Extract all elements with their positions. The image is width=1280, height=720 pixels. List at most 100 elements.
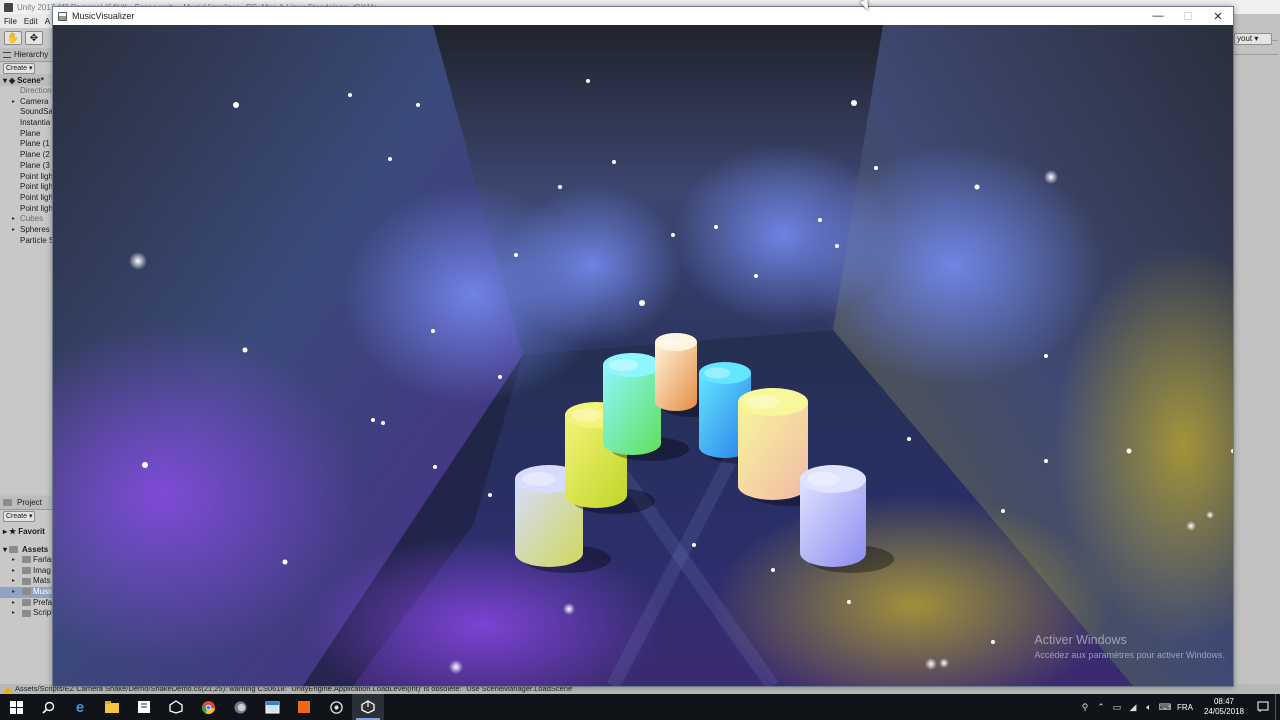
expand-arrow-icon[interactable]: ▸ [12,214,15,225]
cylinder-highlight [608,359,638,371]
hierarchy-item[interactable]: Plane (3 [0,161,53,172]
edge-app[interactable]: e [64,694,96,720]
scene-root[interactable]: ▾ ◈ Scene* [0,74,53,86]
show-desktop-button[interactable] [1275,694,1280,720]
hierarchy-item[interactable]: Direction [0,86,53,97]
star [381,421,385,425]
expand-arrow-icon[interactable]: ▸ [12,598,15,609]
action-center-button[interactable] [1251,694,1275,720]
window-app-icon [265,701,279,713]
hierarchy-item[interactable]: ▸ Spheres [0,225,53,236]
window-app[interactable] [256,694,288,720]
maximize-button[interactable]: ☐ [1173,7,1203,25]
cylinder-highlight [806,472,840,486]
project-tab-label: Project [17,498,42,507]
menu-edit[interactable]: Edit [24,17,38,26]
unity-app[interactable] [352,694,384,720]
menu-assets[interactable]: A [45,17,50,26]
volume-icon[interactable]: 🔈︎ [1141,694,1157,720]
chevron-up-icon[interactable]: ⌃ [1093,694,1109,720]
search-icon [41,701,54,714]
hand-tool-icon[interactable]: ✋ [4,31,22,45]
keyboard-icon[interactable]: ⌨ [1157,694,1173,720]
assets-row[interactable]: ▾ Assets [0,543,53,555]
hierarchy-item[interactable]: SoundSa [0,107,53,118]
network-icon[interactable]: ◢ [1125,694,1141,720]
hierarchy-item[interactable]: Point ligh [0,182,53,193]
battery-icon[interactable]: ▭ [1109,694,1125,720]
hierarchy-item[interactable]: Particle S [0,236,53,247]
orange-app[interactable] [288,694,320,720]
project-folder-item[interactable]: ▸ Mats [0,576,53,587]
hierarchy-item[interactable]: Instantia [0,118,53,129]
expand-arrow-icon[interactable]: ▸ [12,587,15,598]
hierarchy-create-button[interactable]: Create ▾ [3,62,36,74]
folder-icon [22,588,31,596]
hierarchy-tab[interactable]: Hierarchy [0,48,53,62]
menu-file[interactable]: File [4,17,17,26]
project-folder-item[interactable]: ▸ Script [0,608,53,619]
hierarchy-item[interactable]: ▸ Camera [0,97,53,108]
hierarchy-item[interactable]: Plane (2 [0,150,53,161]
expand-arrow-icon[interactable]: ▾ [3,545,7,554]
project-folder-item[interactable]: ▸ Imag [0,566,53,577]
search-button[interactable] [32,694,64,720]
folder-icon [22,567,31,575]
unity-toolbar: ✋ ✥ [0,28,54,48]
project-create-button[interactable]: Create ▾ [3,510,36,522]
expand-arrow-icon[interactable]: ▸ [12,225,15,236]
language-indicator[interactable]: FRA [1173,703,1197,712]
layout-dropdown[interactable]: yout ▾ [1234,33,1272,45]
hierarchy-item[interactable]: Plane (1 [0,139,53,150]
hierarchy-item-label: Plane (1 [20,139,50,149]
notepad-app[interactable] [128,694,160,720]
project-panel: Project Create ▾ ▸ ★ Favorit ▾ Assets ▸ F… [0,496,54,686]
unity-hub-icon [169,700,183,714]
minimize-button[interactable]: — [1143,7,1173,25]
project-tab[interactable]: Project [0,496,53,510]
move-tool-icon[interactable]: ✥ [25,31,43,45]
star [754,274,758,278]
expand-arrow-icon[interactable]: ▸ [12,576,15,587]
project-folder-item[interactable]: ▸ Music [0,587,53,598]
expand-arrow-icon[interactable]: ▾ [3,76,7,85]
window-title-bar[interactable]: MusicVisualizer — ☐ ✕ [53,7,1233,25]
file-explorer-app[interactable] [96,694,128,720]
star [639,300,645,306]
star [558,185,562,189]
cylinder-highlight [704,367,731,379]
hierarchy-item-label: Direction [20,86,52,95]
hierarchy-item[interactable]: Point ligh [0,204,53,215]
star [449,660,463,674]
hierarchy-panel: Hierarchy Create ▾ ▾ ◈ Scene* Direction ▸… [0,48,54,494]
project-folder-label: Mats [33,576,51,586]
expand-arrow-icon[interactable]: ▸ [12,555,15,566]
hierarchy-item[interactable]: Plane [0,129,53,140]
star [974,184,980,190]
expand-arrow-icon[interactable]: ▸ [12,97,15,108]
expand-arrow-icon[interactable]: ▸ [12,566,15,577]
expand-arrow-icon[interactable]: ▸ [12,608,15,619]
hierarchy-item[interactable]: Point ligh [0,193,53,204]
media-app[interactable] [224,694,256,720]
people-icon[interactable]: ⚲ [1077,694,1093,720]
chrome-app[interactable] [192,694,224,720]
hierarchy-item[interactable]: Point ligh [0,172,53,183]
blender-app[interactable] [320,694,352,720]
game-viewport[interactable]: Activer Windows Accédez aux paramètres p… [53,25,1233,686]
favorites-row[interactable]: ▸ ★ Favorit [0,525,53,537]
hierarchy-item-label: Spheres [20,224,50,234]
cylinder-body [655,342,697,411]
hierarchy-item[interactable]: ▸ Cubes [0,214,53,225]
star [714,225,718,229]
project-folder-item[interactable]: ▸ Farlan [0,555,53,566]
star [671,233,675,237]
clock-time: 08:47 [1213,697,1235,706]
start-button[interactable] [0,694,32,720]
cylinder-highlight [571,408,603,422]
project-folder-item[interactable]: ▸ Prefa [0,598,53,609]
unity-hub-app[interactable] [160,694,192,720]
close-button[interactable]: ✕ [1203,7,1233,25]
clock[interactable]: 08:47 24/05/2018 [1197,697,1251,717]
expand-arrow-icon[interactable]: ▸ [3,527,7,536]
